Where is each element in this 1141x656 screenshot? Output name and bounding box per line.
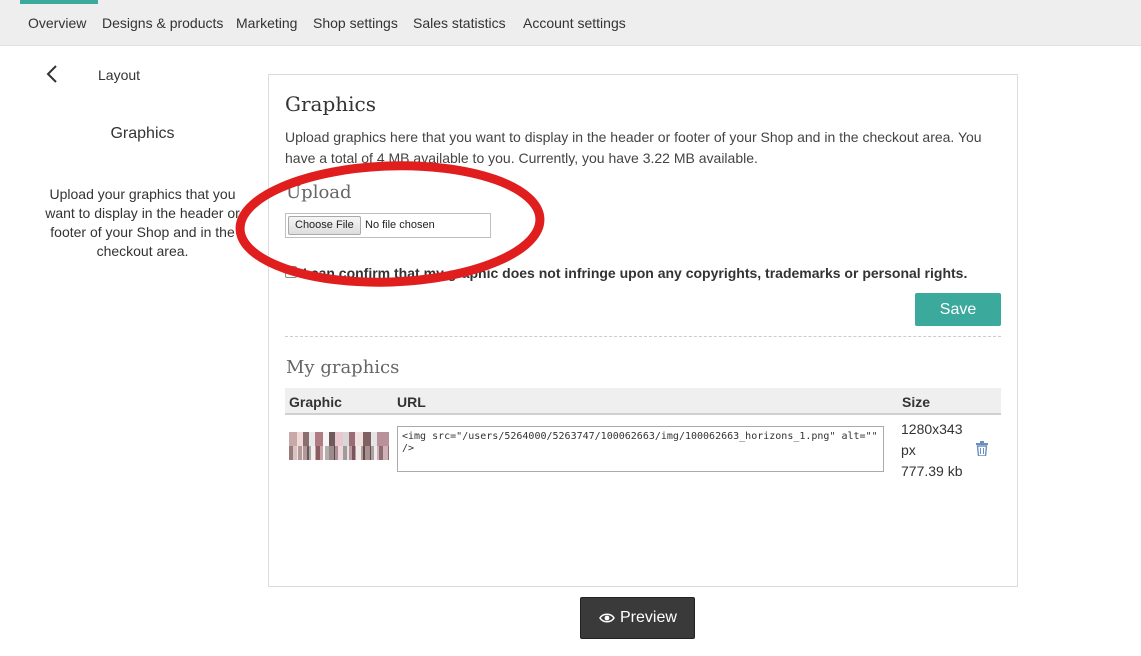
sidebar-description: Upload your graphics that you want to di… xyxy=(45,186,240,259)
copyright-confirm-checkbox[interactable] xyxy=(285,266,297,278)
my-graphics-heading: My graphics xyxy=(286,357,400,378)
column-header-graphic: Graphic xyxy=(289,394,342,410)
nav-item-marketing[interactable]: Marketing xyxy=(236,15,297,31)
file-status: No file chosen xyxy=(365,219,435,231)
preview-button[interactable]: Preview xyxy=(580,597,695,639)
sidebar-heading: Graphics xyxy=(110,125,175,142)
nav-item-shop-settings[interactable]: Shop settings xyxy=(313,15,398,31)
chevron-left-icon[interactable] xyxy=(42,63,64,85)
save-button[interactable]: Save xyxy=(915,293,1001,326)
graphics-panel: Graphics Upload graphics here that you w… xyxy=(268,74,1018,587)
graphic-dimensions-unit: px xyxy=(901,442,916,458)
copyright-confirm-label[interactable]: I can confirm that my graphic does not i… xyxy=(303,265,967,281)
graphic-dimensions: 1280x343 xyxy=(901,421,963,437)
preview-label: Preview xyxy=(620,609,677,626)
upload-heading: Upload xyxy=(286,182,352,203)
eye-icon xyxy=(599,613,615,623)
column-header-size: Size xyxy=(902,394,931,410)
graphics-table-header: Graphic URL Size xyxy=(285,388,1001,415)
graphic-thumbnail xyxy=(289,432,389,460)
panel-intro: Upload graphics here that you want to di… xyxy=(285,129,982,166)
nav-item-account-settings[interactable]: Account settings xyxy=(523,15,626,31)
nav-item-sales-statistics[interactable]: Sales statistics xyxy=(413,15,506,31)
nav-item-overview[interactable]: Overview xyxy=(28,15,86,31)
trash-icon[interactable] xyxy=(975,441,989,456)
active-tab-indicator xyxy=(20,0,98,4)
panel-title: Graphics xyxy=(285,92,377,116)
nav-item-designs-products[interactable]: Designs & products xyxy=(102,15,223,31)
top-navigation: Overview Designs & products Marketing Sh… xyxy=(0,0,1141,46)
graphic-size: 1280x343 px 777.39 kb xyxy=(901,419,971,482)
choose-file-button[interactable]: Choose File xyxy=(288,216,361,235)
column-header-url: URL xyxy=(397,394,426,410)
section-divider xyxy=(285,336,1001,337)
graphic-filesize: 777.39 kb xyxy=(901,463,963,479)
sidebar-title: Layout xyxy=(98,67,141,83)
file-input[interactable]: Choose File No file chosen xyxy=(285,213,491,238)
graphic-url-textarea[interactable]: <img src="/users/5264000/5263747/1000626… xyxy=(397,426,884,472)
